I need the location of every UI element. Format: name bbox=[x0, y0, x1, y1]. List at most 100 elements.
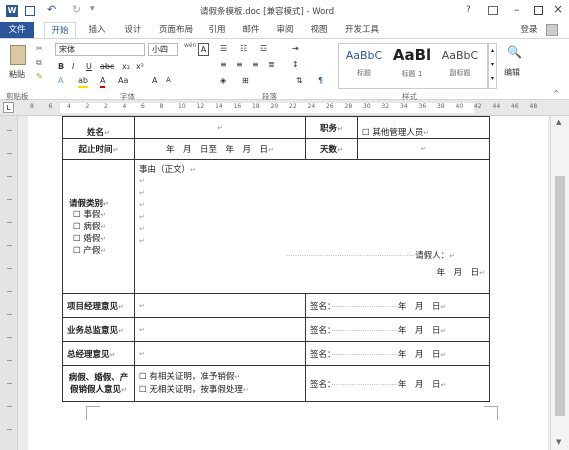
superscript-button[interactable]: x² bbox=[136, 61, 144, 72]
position-checkbox[interactable]: ☐ bbox=[362, 128, 372, 138]
vertical-scrollbar[interactable]: ▲ ▼ bbox=[550, 116, 569, 450]
collapse-ribbon-icon[interactable]: ^ bbox=[553, 89, 560, 98]
category-marriage[interactable]: ☐ 婚假↵ bbox=[69, 233, 130, 245]
category-personal[interactable]: ☐ 病假↵ bbox=[69, 221, 130, 233]
highlight-icon[interactable]: ab bbox=[78, 75, 88, 88]
borders-icon[interactable]: ⊞ bbox=[242, 75, 249, 86]
strikethrough-button[interactable]: abc bbox=[100, 61, 114, 72]
signin-link[interactable]: 登录 bbox=[516, 22, 542, 38]
ribbon-display-icon[interactable] bbox=[488, 6, 498, 15]
help-button[interactable]: ? bbox=[466, 5, 471, 15]
pm-opinion-value-cell[interactable]: ↵ bbox=[134, 293, 306, 318]
multilevel-icon[interactable]: ☲ bbox=[260, 43, 267, 54]
tab-design[interactable]: 设计 bbox=[118, 22, 148, 38]
gm-opinion-label: 总经理意见 bbox=[67, 349, 110, 360]
category-option-4: 产假 bbox=[83, 245, 101, 256]
ruler-tick bbox=[7, 429, 12, 430]
phonetic-guide-icon[interactable]: wén bbox=[184, 40, 196, 51]
cancel-options-cell[interactable]: ☐ 有相关证明，准予销假↵ ☐ 无相关证明，按事假处理↵ bbox=[134, 365, 306, 402]
style-heading1[interactable]: AaBl 标题 1 bbox=[389, 46, 435, 86]
ruler-number: 24 bbox=[307, 103, 316, 110]
show-marks-icon[interactable]: ¶ bbox=[318, 75, 323, 86]
style-title[interactable]: AaBbC 标题 bbox=[341, 46, 387, 86]
line-spacing-icon[interactable]: ↕ bbox=[292, 59, 299, 70]
font-grow-icon[interactable]: A bbox=[152, 75, 157, 86]
vertical-ruler[interactable] bbox=[0, 116, 18, 450]
align-center-icon[interactable]: ≡ bbox=[236, 59, 243, 70]
font-name-select[interactable]: 宋体 bbox=[55, 43, 145, 56]
numbering-icon[interactable]: ☷ bbox=[240, 43, 247, 54]
font-color-icon[interactable]: A bbox=[100, 75, 106, 88]
tab-insert[interactable]: 插入 bbox=[82, 22, 112, 38]
tab-review[interactable]: 审阅 bbox=[272, 22, 298, 38]
find-icon[interactable]: 🔍 bbox=[507, 45, 522, 59]
director-sign-cell[interactable]: 签名：······························年 月 日↵ bbox=[305, 317, 490, 342]
tab-view[interactable]: 视图 bbox=[306, 22, 332, 38]
style-subtitle[interactable]: AaBbC 副标题 bbox=[437, 46, 483, 86]
scroll-down-icon[interactable]: ▼ bbox=[556, 438, 561, 446]
name-value-cell[interactable]: ↵ bbox=[134, 116, 306, 139]
scroll-up-icon[interactable]: ▲ bbox=[556, 118, 561, 126]
ruler-number: 46 bbox=[511, 103, 519, 110]
document-page[interactable]: 姓名↵ ↵ 职务↵ ☐ 其他管理人员↵ 起止时间↵ 年 月 日至 年 月 日↵ … bbox=[28, 116, 548, 450]
italic-button[interactable]: I bbox=[72, 61, 74, 72]
reason-cell[interactable]: 事由（正文）↵ ↵ ↵ ↵ ↵ ↵ ↵ ·························… bbox=[134, 159, 490, 294]
undo-icon[interactable]: ↶ bbox=[47, 3, 56, 16]
position-value-cell[interactable]: ☐ 其他管理人员↵ bbox=[357, 116, 490, 139]
format-painter-icon[interactable]: ✎ bbox=[36, 71, 43, 82]
restore-button[interactable] bbox=[534, 6, 543, 15]
days-value-cell[interactable]: ↵ bbox=[357, 138, 490, 160]
copy-icon[interactable]: ⧉ bbox=[36, 57, 42, 68]
ruler-tick bbox=[7, 314, 12, 315]
close-button[interactable]: × bbox=[553, 2, 563, 16]
paste-button[interactable]: 粘贴 bbox=[9, 69, 25, 80]
tab-developer[interactable]: 开发工具 bbox=[340, 22, 384, 38]
tab-home[interactable]: 开始 bbox=[44, 22, 76, 38]
editing-button[interactable]: 编辑 bbox=[504, 67, 520, 78]
styles-scroll-icon[interactable]: ▴ ▾ ▾ bbox=[488, 43, 497, 89]
ruler-number: 40 bbox=[455, 103, 464, 110]
time-value-cell[interactable]: 年 月 日至 年 月 日↵ bbox=[134, 138, 306, 160]
save-icon[interactable] bbox=[25, 6, 35, 16]
paste-icon[interactable] bbox=[10, 45, 26, 65]
shading-icon[interactable]: ◈ bbox=[220, 75, 226, 86]
cancel-sign-cell[interactable]: 签名：······························年 月 日↵ bbox=[305, 365, 490, 402]
sort-icon[interactable]: ⇅ bbox=[296, 75, 303, 86]
tab-selector-icon[interactable]: L bbox=[3, 102, 14, 113]
minimize-button[interactable]: – bbox=[514, 3, 520, 16]
pm-sign-label: 签名： bbox=[310, 301, 332, 312]
tab-layout[interactable]: 页面布局 bbox=[154, 22, 198, 38]
indent-icon[interactable]: ⇥ bbox=[292, 43, 299, 54]
align-right-icon[interactable]: ≡ bbox=[252, 59, 259, 70]
redo-icon[interactable]: ↻ bbox=[72, 3, 81, 16]
bullets-icon[interactable]: ☰ bbox=[220, 43, 227, 54]
cancel-option-approve[interactable]: ☐ 有相关证明，准予销假↵ bbox=[139, 371, 301, 384]
font-shrink2-icon[interactable]: A bbox=[166, 75, 171, 86]
font-shrink-icon[interactable]: Aa bbox=[118, 75, 128, 86]
char-border-icon[interactable]: A bbox=[198, 43, 209, 56]
pm-sign-cell[interactable]: 签名：······························年 月 日↵ bbox=[305, 293, 490, 318]
avatar[interactable] bbox=[546, 24, 558, 36]
text-effects-icon[interactable]: A bbox=[58, 75, 63, 86]
justify-icon[interactable]: ≣ bbox=[268, 59, 275, 70]
gm-sign-cell[interactable]: 签名：······························年 月 日↵ bbox=[305, 341, 490, 366]
font-size-select[interactable]: 小四 bbox=[148, 43, 178, 56]
underline-button[interactable]: U bbox=[86, 61, 92, 72]
tab-file[interactable]: 文件 bbox=[0, 22, 34, 38]
ruler-number: 36 bbox=[418, 103, 427, 110]
horizontal-ruler[interactable]: L 8 6 4 2 2 4 6 8 10 12 14 16 18 20 22 24 26 28 30 32 34 36 38… bbox=[0, 100, 569, 116]
customize-toolbar-icon[interactable]: ▾ bbox=[90, 4, 95, 14]
cancel-option-reject[interactable]: ☐ 无相关证明，按事假处理↵ bbox=[139, 384, 301, 397]
director-opinion-value-cell[interactable]: ↵ bbox=[134, 317, 306, 342]
bold-button[interactable]: B bbox=[58, 61, 64, 72]
tab-mailings[interactable]: 邮件 bbox=[238, 22, 264, 38]
subscript-button[interactable]: x₂ bbox=[122, 61, 130, 72]
gm-opinion-value-cell[interactable]: ↵ bbox=[134, 341, 306, 366]
category-maternity[interactable]: ☐ 产假↵ bbox=[69, 245, 130, 257]
align-left-icon[interactable]: ≡ bbox=[220, 59, 227, 70]
category-sick-leave[interactable]: ☐ 事假↵ bbox=[69, 209, 130, 221]
cut-icon[interactable]: ✂ bbox=[36, 43, 43, 54]
scroll-thumb[interactable] bbox=[555, 176, 565, 416]
tab-references[interactable]: 引用 bbox=[204, 22, 230, 38]
ruler-tick bbox=[7, 245, 12, 246]
